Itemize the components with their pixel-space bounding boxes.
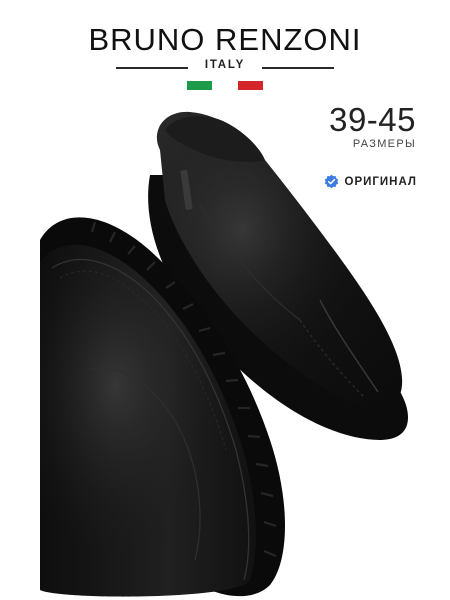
original-badge: ОРИГИНАЛ — [324, 174, 418, 189]
boot-right — [148, 111, 409, 440]
flag-white-stripe — [212, 81, 238, 90]
brand-divider-right — [262, 67, 334, 69]
boot-left — [40, 217, 285, 597]
original-badge-label: ОРИГИНАЛ — [344, 175, 417, 188]
verified-check-icon — [324, 174, 338, 189]
brand-origin: ITALY — [204, 59, 246, 71]
brand-divider-left — [116, 67, 188, 69]
product-photo-boots — [40, 111, 409, 597]
brand-name: BRUNO RENZONI — [88, 22, 362, 57]
flag-green-stripe — [187, 81, 213, 90]
size-range-label: РАЗМЕРЫ — [352, 138, 416, 150]
size-range: 39-45 — [329, 101, 416, 138]
italian-flag-icon — [187, 81, 263, 90]
flag-red-stripe — [237, 81, 263, 90]
